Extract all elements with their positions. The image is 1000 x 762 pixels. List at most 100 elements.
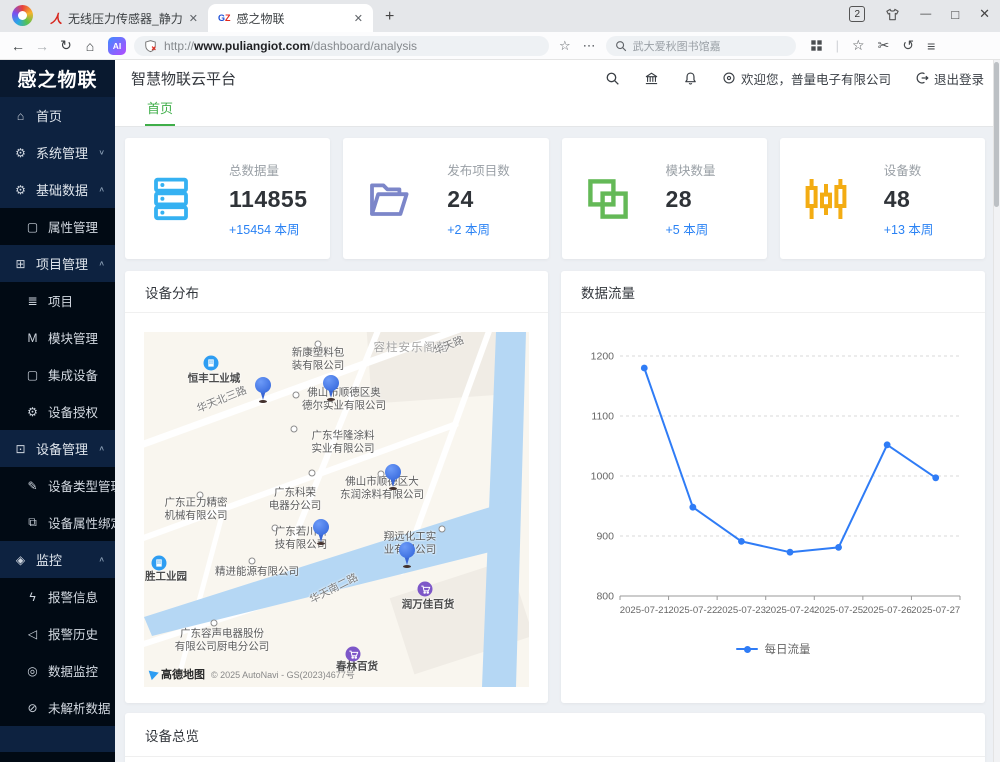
svg-text:1000: 1000 bbox=[591, 471, 615, 483]
welcome-user[interactable]: 欢迎您，普量电子有限公司 bbox=[722, 69, 891, 88]
sidebar-item-label: 设备授权 bbox=[48, 402, 115, 421]
monitor-icon: ⊡ bbox=[13, 442, 28, 456]
sidebar-item-4[interactable]: ⊞项目管理∧ bbox=[0, 245, 115, 282]
tab-count-badge[interactable]: 2 bbox=[849, 6, 865, 22]
sidebar-item-16[interactable]: ⊘未解析数据 bbox=[0, 689, 115, 726]
sidebar-item-3[interactable]: ▢属性管理 bbox=[0, 208, 115, 245]
data-point-2025-07-26[interactable] bbox=[884, 441, 891, 448]
stat-card-2: 模块数量28+5 本周 bbox=[562, 138, 767, 259]
data-point-2025-07-21[interactable] bbox=[641, 365, 648, 372]
data-point-2025-07-27[interactable] bbox=[932, 474, 939, 481]
tab1-close-icon[interactable]: ✕ bbox=[189, 12, 198, 25]
forward-icon[interactable]: → bbox=[30, 38, 54, 54]
sidebar-item-14[interactable]: ◁报警历史 bbox=[0, 615, 115, 652]
bell-icon[interactable] bbox=[683, 71, 698, 86]
building-icon bbox=[204, 356, 219, 371]
data-point-2025-07-25[interactable] bbox=[835, 544, 842, 551]
stat-delta: +13 本周 bbox=[884, 219, 934, 238]
map-label: 新康塑料包装有限公司 bbox=[292, 346, 345, 371]
sidebar-item-6[interactable]: M模块管理 bbox=[0, 319, 115, 356]
home-icon: ⌂ bbox=[13, 109, 28, 123]
history-undo-icon[interactable]: ↺ bbox=[902, 37, 914, 54]
browser-toolbar: ← → ↻ ⌂ AI http://www.puliangiot.com/das… bbox=[0, 32, 1000, 60]
page-tab-bar: 首页 bbox=[115, 96, 1000, 127]
map-poi-dot bbox=[291, 426, 298, 433]
map-label: 广东正力精密机械有限公司 bbox=[165, 496, 228, 521]
data-point-2025-07-24[interactable] bbox=[787, 549, 794, 556]
sidebar-item-12[interactable]: ◈监控∧ bbox=[0, 541, 115, 578]
header-search-icon[interactable] bbox=[605, 71, 620, 86]
sidebar-item-label: 设备类型管理 bbox=[48, 476, 115, 495]
browser-menu-icon[interactable]: ≡ bbox=[927, 38, 935, 54]
minimize-button[interactable]: — bbox=[920, 8, 931, 20]
line-chart[interactable]: 8009001000110012002025-07-212025-07-2220… bbox=[575, 331, 971, 627]
data-point-2025-07-23[interactable] bbox=[738, 538, 745, 545]
reload-icon[interactable]: ↻ bbox=[54, 37, 78, 54]
address-bar[interactable]: http://www.puliangiot.com/dashboard/anal… bbox=[134, 36, 549, 56]
map-poi-dot bbox=[211, 620, 218, 627]
browser-tab-1[interactable]: 人 无线压力传感器_静力水准仪_ ✕ bbox=[40, 4, 208, 32]
sidebar-item-10[interactable]: ✎设备类型管理 bbox=[0, 467, 115, 504]
maximize-button[interactable]: □ bbox=[951, 7, 959, 22]
tab-home-active[interactable]: 首页 bbox=[145, 98, 175, 126]
sidebar-item-5[interactable]: ≣项目 bbox=[0, 282, 115, 319]
map-label: 精进能源有限公司 bbox=[215, 566, 299, 579]
stat-content: 发布项目数24+2 本周 bbox=[447, 160, 510, 238]
sidebar-item-8[interactable]: ⚙设备授权 bbox=[0, 393, 115, 430]
apps-grid-icon[interactable] bbox=[810, 39, 823, 52]
map[interactable]: 新康塑料包装有限公司容柱安乐阁苑恒丰工业城华天北三路佛山市顺德区奥德尔实业有限公… bbox=[144, 332, 529, 687]
browser-tab-strip: 人 无线压力传感器_静力水准仪_ ✕ GZ 感之物联 ✕ + 2 — □ ✕ bbox=[0, 0, 1000, 32]
data-point-2025-07-22[interactable] bbox=[689, 504, 696, 511]
sidebar-item-label: 首页 bbox=[36, 106, 115, 125]
home-icon[interactable]: ⌂ bbox=[78, 38, 102, 54]
page-scrollbar[interactable] bbox=[993, 60, 1000, 762]
stat-label: 发布项目数 bbox=[447, 160, 510, 179]
ai-assistant-button[interactable]: AI bbox=[108, 37, 126, 55]
browser-tab-2-active[interactable]: GZ 感之物联 ✕ bbox=[208, 4, 373, 32]
tab2-close-icon[interactable]: ✕ bbox=[354, 12, 363, 25]
close-window-button[interactable]: ✕ bbox=[979, 6, 990, 22]
sidebar-item-0[interactable]: ⌂ 首页 bbox=[0, 97, 115, 134]
sidebar-item-1[interactable]: ⚙系统管理∨ bbox=[0, 134, 115, 171]
favorites-icon[interactable]: ☆ bbox=[852, 37, 865, 54]
pin-base bbox=[403, 565, 411, 568]
sidebar-item-15[interactable]: ◎数据监控 bbox=[0, 652, 115, 689]
logout-button[interactable]: 退出登录 bbox=[915, 69, 984, 88]
browser-logo-icon[interactable] bbox=[12, 5, 33, 26]
device-marker-3[interactable] bbox=[312, 519, 330, 545]
scrollbar-thumb[interactable] bbox=[994, 62, 999, 207]
theme-shirt-icon[interactable] bbox=[885, 7, 900, 22]
sidebar-item-9[interactable]: ⊡设备管理∧ bbox=[0, 430, 115, 467]
shield-x-icon[interactable] bbox=[144, 39, 157, 53]
data-flow-panel: 数据流量 8009001000110012002025-07-212025-07… bbox=[561, 271, 985, 703]
more-actions-icon[interactable]: ⋯ bbox=[583, 38, 596, 54]
sidebar-item-11[interactable]: ⧉设备属性绑定 bbox=[0, 504, 115, 541]
device-marker-0[interactable] bbox=[254, 377, 272, 403]
stat-card-3: 设备数48+13 本周 bbox=[780, 138, 985, 259]
device-marker-4[interactable] bbox=[398, 542, 416, 568]
screenshot-scissors-icon[interactable]: ✂ bbox=[878, 37, 890, 54]
database-icon bbox=[147, 175, 195, 223]
device-marker-1[interactable] bbox=[322, 375, 340, 401]
app-logo[interactable]: 感之物联 bbox=[0, 60, 115, 97]
browser-search-box[interactable]: 武大爱秋图书馆嘉 bbox=[606, 36, 796, 56]
bank-icon[interactable] bbox=[644, 71, 659, 86]
sidebar-item-13[interactable]: ϟ报警信息 bbox=[0, 578, 115, 615]
tab2-favicon-icon: GZ bbox=[218, 13, 231, 23]
sidebar: 感之物联 ⌂首页⚙系统管理∨⚙基础数据∧▢属性管理⊞项目管理∧≣项目M模块管理▢… bbox=[0, 60, 115, 762]
copy-icon: ⧉ bbox=[25, 515, 40, 530]
square-icon: ▢ bbox=[25, 368, 40, 382]
bookmark-star-icon[interactable]: ☆ bbox=[559, 38, 571, 54]
folder-icon bbox=[365, 175, 413, 223]
stat-delta: +2 本周 bbox=[447, 219, 510, 238]
new-tab-button[interactable]: + bbox=[385, 8, 394, 26]
back-icon[interactable]: ← bbox=[6, 38, 30, 54]
sidebar-item-2[interactable]: ⚙基础数据∧ bbox=[0, 171, 115, 208]
sidebar-item-7[interactable]: ▢集成设备 bbox=[0, 356, 115, 393]
chart-legend[interactable]: 每日流量 bbox=[575, 641, 971, 657]
device-marker-2[interactable] bbox=[384, 464, 402, 490]
svg-text:2025-07-21: 2025-07-21 bbox=[620, 605, 669, 616]
tab1-title: 无线压力传感器_静力水准仪_ bbox=[68, 10, 183, 27]
map-label: 华天南二路 bbox=[308, 571, 360, 606]
user-circle-icon bbox=[722, 71, 736, 85]
